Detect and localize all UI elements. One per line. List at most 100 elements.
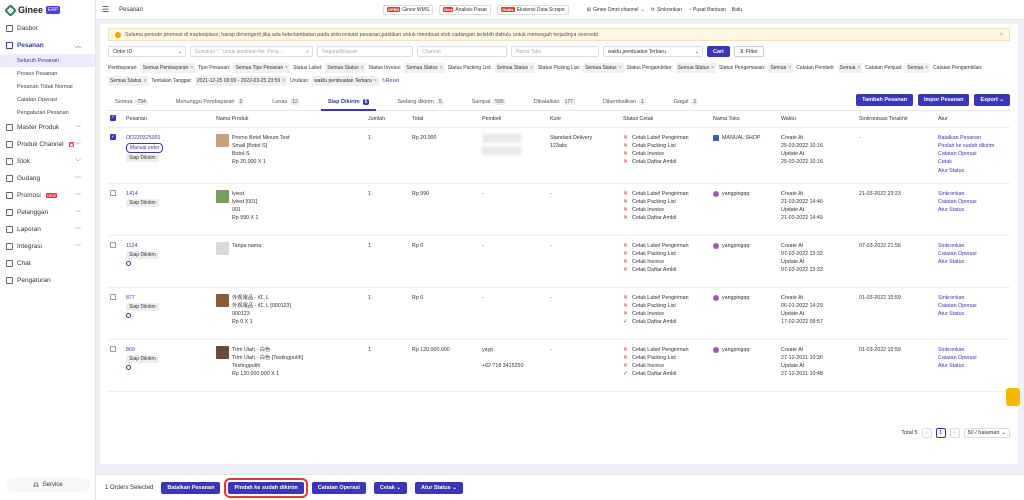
analisis-pasar-button[interactable]: New Analisis Pasar [439,4,492,15]
row-action-link[interactable]: Sinkronkan [938,294,1010,302]
page-size-select[interactable]: 50 / halaman ⌄ [963,428,1010,438]
tab-menunggu-pembayaran[interactable]: Menunggu Pembayaran 2 [169,99,252,110]
row-action-link[interactable]: Sinkronkan [938,190,1010,198]
close-icon[interactable]: × [282,76,285,86]
sidebar-item-produk-channel[interactable]: Produk Channel ▣ ﹀ [0,136,95,153]
channel-select[interactable]: Channel [417,46,507,57]
sidebar-item-gudang[interactable]: Gudang ﹀ [0,170,95,187]
row-action-link[interactable]: Batalkan Pesanan [938,134,1010,142]
tab-gagal[interactable]: Gagal 2 [667,99,705,110]
tab-lunas[interactable]: Lunas 12 [265,99,307,110]
close-icon[interactable]: × [285,63,288,73]
row-checkbox[interactable] [110,189,116,196]
add-order-button[interactable]: Tambah Pesanan [856,94,913,106]
close-icon[interactable]: × [1000,32,1003,38]
bulk-print-button[interactable]: Cetak ⌄ [373,481,408,494]
tab-siap-dikirim[interactable]: Siap Dikirim 5 [320,99,377,111]
sidebar-subitem-pengaturan-pesanan[interactable]: Pengaturan Pesanan [0,106,95,119]
row-checkbox[interactable] [110,345,116,352]
row-action-link[interactable]: Pindah ke sudah dikirim [938,142,1010,150]
sidebar-subitem-seluruh-pesanan[interactable]: Seluruh Pesanan [0,54,95,67]
filter-chip[interactable]: Semua × [905,63,931,73]
filter-chip[interactable]: Semua Status × [325,63,366,73]
filter-chip[interactable]: Semua Status × [108,76,149,86]
logo[interactable]: Ginee ERP [0,0,95,20]
data-scrape-button[interactable]: Gratis Ekstensi Data Scrape [497,4,569,15]
message-icon[interactable] [126,261,131,267]
sort-select[interactable]: waktu pembuatan Terbaru ⌄ [603,46,703,57]
row-action-link[interactable]: Atur Status [938,310,1010,318]
sidebar-item-laporan[interactable]: Laporan ﹀ [0,221,95,238]
sidebar-item-pengaturan[interactable]: Pengaturan [0,272,95,289]
order-id-link[interactable]: 1414 [126,190,216,198]
filter-chip[interactable]: Semua Status × [404,63,445,73]
close-icon[interactable]: × [711,63,714,73]
ginee-wms-button[interactable]: OPEN Ginee WMS [382,4,434,15]
row-checkbox-cell[interactable] [108,127,126,184]
region-select[interactable]: Negara/Wilayah [317,46,413,57]
search-input[interactable]: Gunakan "," untuk pisahkan No. Pesa... ⌕ [190,46,313,57]
message-icon[interactable] [126,313,131,319]
search-button[interactable]: Cari [707,46,730,57]
sidebar-item-dasbor[interactable]: Dasbor [0,20,95,37]
order-id-link[interactable]: OD220325001 [126,134,216,142]
tab-dikembalikan[interactable]: Dikembalikan 1 [596,99,653,110]
page-1-button[interactable]: 1 [935,428,946,438]
bulk-cancel-button[interactable]: Batalkan Pesanan [161,481,221,494]
row-checkbox[interactable] [110,293,116,300]
tab-semua[interactable]: Semua 794 [108,99,155,110]
row-checkbox-cell[interactable] [108,183,126,236]
store-select[interactable]: Nama Toko [511,46,599,57]
user-menu[interactable]: Bafu [732,7,742,13]
close-icon[interactable]: × [361,63,364,73]
filter-chip[interactable]: Semua × [837,63,863,73]
tab-sedang-dikirim[interactable]: Sedang dikirim 5 [390,99,450,110]
checkbox[interactable] [110,114,116,121]
sidebar-subitem-proses-pesanan[interactable]: Proses Pesanan [0,67,95,80]
floating-helper-button[interactable] [1006,388,1020,406]
import-order-button[interactable]: Impor Pesanan [918,94,970,106]
export-button[interactable]: Export ⌄ [974,94,1010,106]
order-id-select[interactable]: Order ID ⌄ [108,46,186,57]
close-icon[interactable]: × [143,76,146,86]
row-action-link[interactable]: Sinkronkan [938,242,1010,250]
order-id-link[interactable]: 1124 [126,242,216,250]
sidebar-item-master-produk[interactable]: Master Produk ﹀ [0,119,95,136]
row-action-link[interactable]: Atur Status [938,362,1010,370]
row-action-link[interactable]: Cetak [938,158,1010,166]
filter-chip[interactable]: Semua Status × [675,63,716,73]
sidebar-item-integrasi[interactable]: Integrasi ﹀ [0,238,95,255]
select-all-checkbox[interactable] [108,111,126,128]
filter-chip[interactable]: Semua Status × [583,63,624,73]
filter-chip[interactable]: waktu pembuatan Terbaru × [312,76,379,86]
close-icon[interactable]: × [440,63,443,73]
row-checkbox-cell[interactable] [108,235,126,288]
close-icon[interactable]: × [925,63,928,73]
row-checkbox[interactable] [110,241,116,248]
sync-link[interactable]: ⟳ Sinkronkan [651,7,682,13]
filter-chip[interactable]: 2021-12-25 00:00 - 2022-03-25 23:59 × [194,76,288,86]
filter-chip[interactable]: Semua Status × [494,63,535,73]
sidebar-subitem-catatan-operasi[interactable]: Catatan Operasi [0,93,95,106]
filter-button[interactable]: ⊻ Filter [733,46,764,57]
prev-page-button[interactable]: ‹ [921,428,932,438]
next-page-button[interactable]: › [949,428,960,438]
row-action-link[interactable]: Catatan Operasi [938,198,1010,206]
close-icon[interactable]: × [190,63,193,73]
bulk-status-button[interactable]: Atur Status ⌄ [415,481,463,494]
row-checkbox[interactable] [110,133,116,141]
order-id-link[interactable]: 869 [126,346,216,354]
close-icon[interactable]: × [857,63,860,73]
row-action-link[interactable]: Atur Status [938,206,1010,214]
bulk-move-shipped-button[interactable]: Pindah ke sudah dikirim [224,477,308,498]
close-icon[interactable]: × [788,63,791,73]
row-action-link[interactable]: Catatan Operasi [938,250,1010,258]
tab-dibatalkan[interactable]: Dibatalkan 177 [527,99,582,110]
omni-channel-dropdown[interactable]: ⊞ Ginee Omni channel ⌄ [587,7,645,13]
menu-toggle-icon[interactable]: ☰ [102,5,109,14]
row-checkbox-cell[interactable] [108,339,126,392]
row-action-link[interactable]: Atur Status [938,167,1010,175]
filter-chip[interactable]: Semua Pembayaran × [140,63,196,73]
filter-chip[interactable]: Semua Tipe Pesanan × [233,63,291,73]
filter-chip[interactable]: Semua × [768,63,794,73]
